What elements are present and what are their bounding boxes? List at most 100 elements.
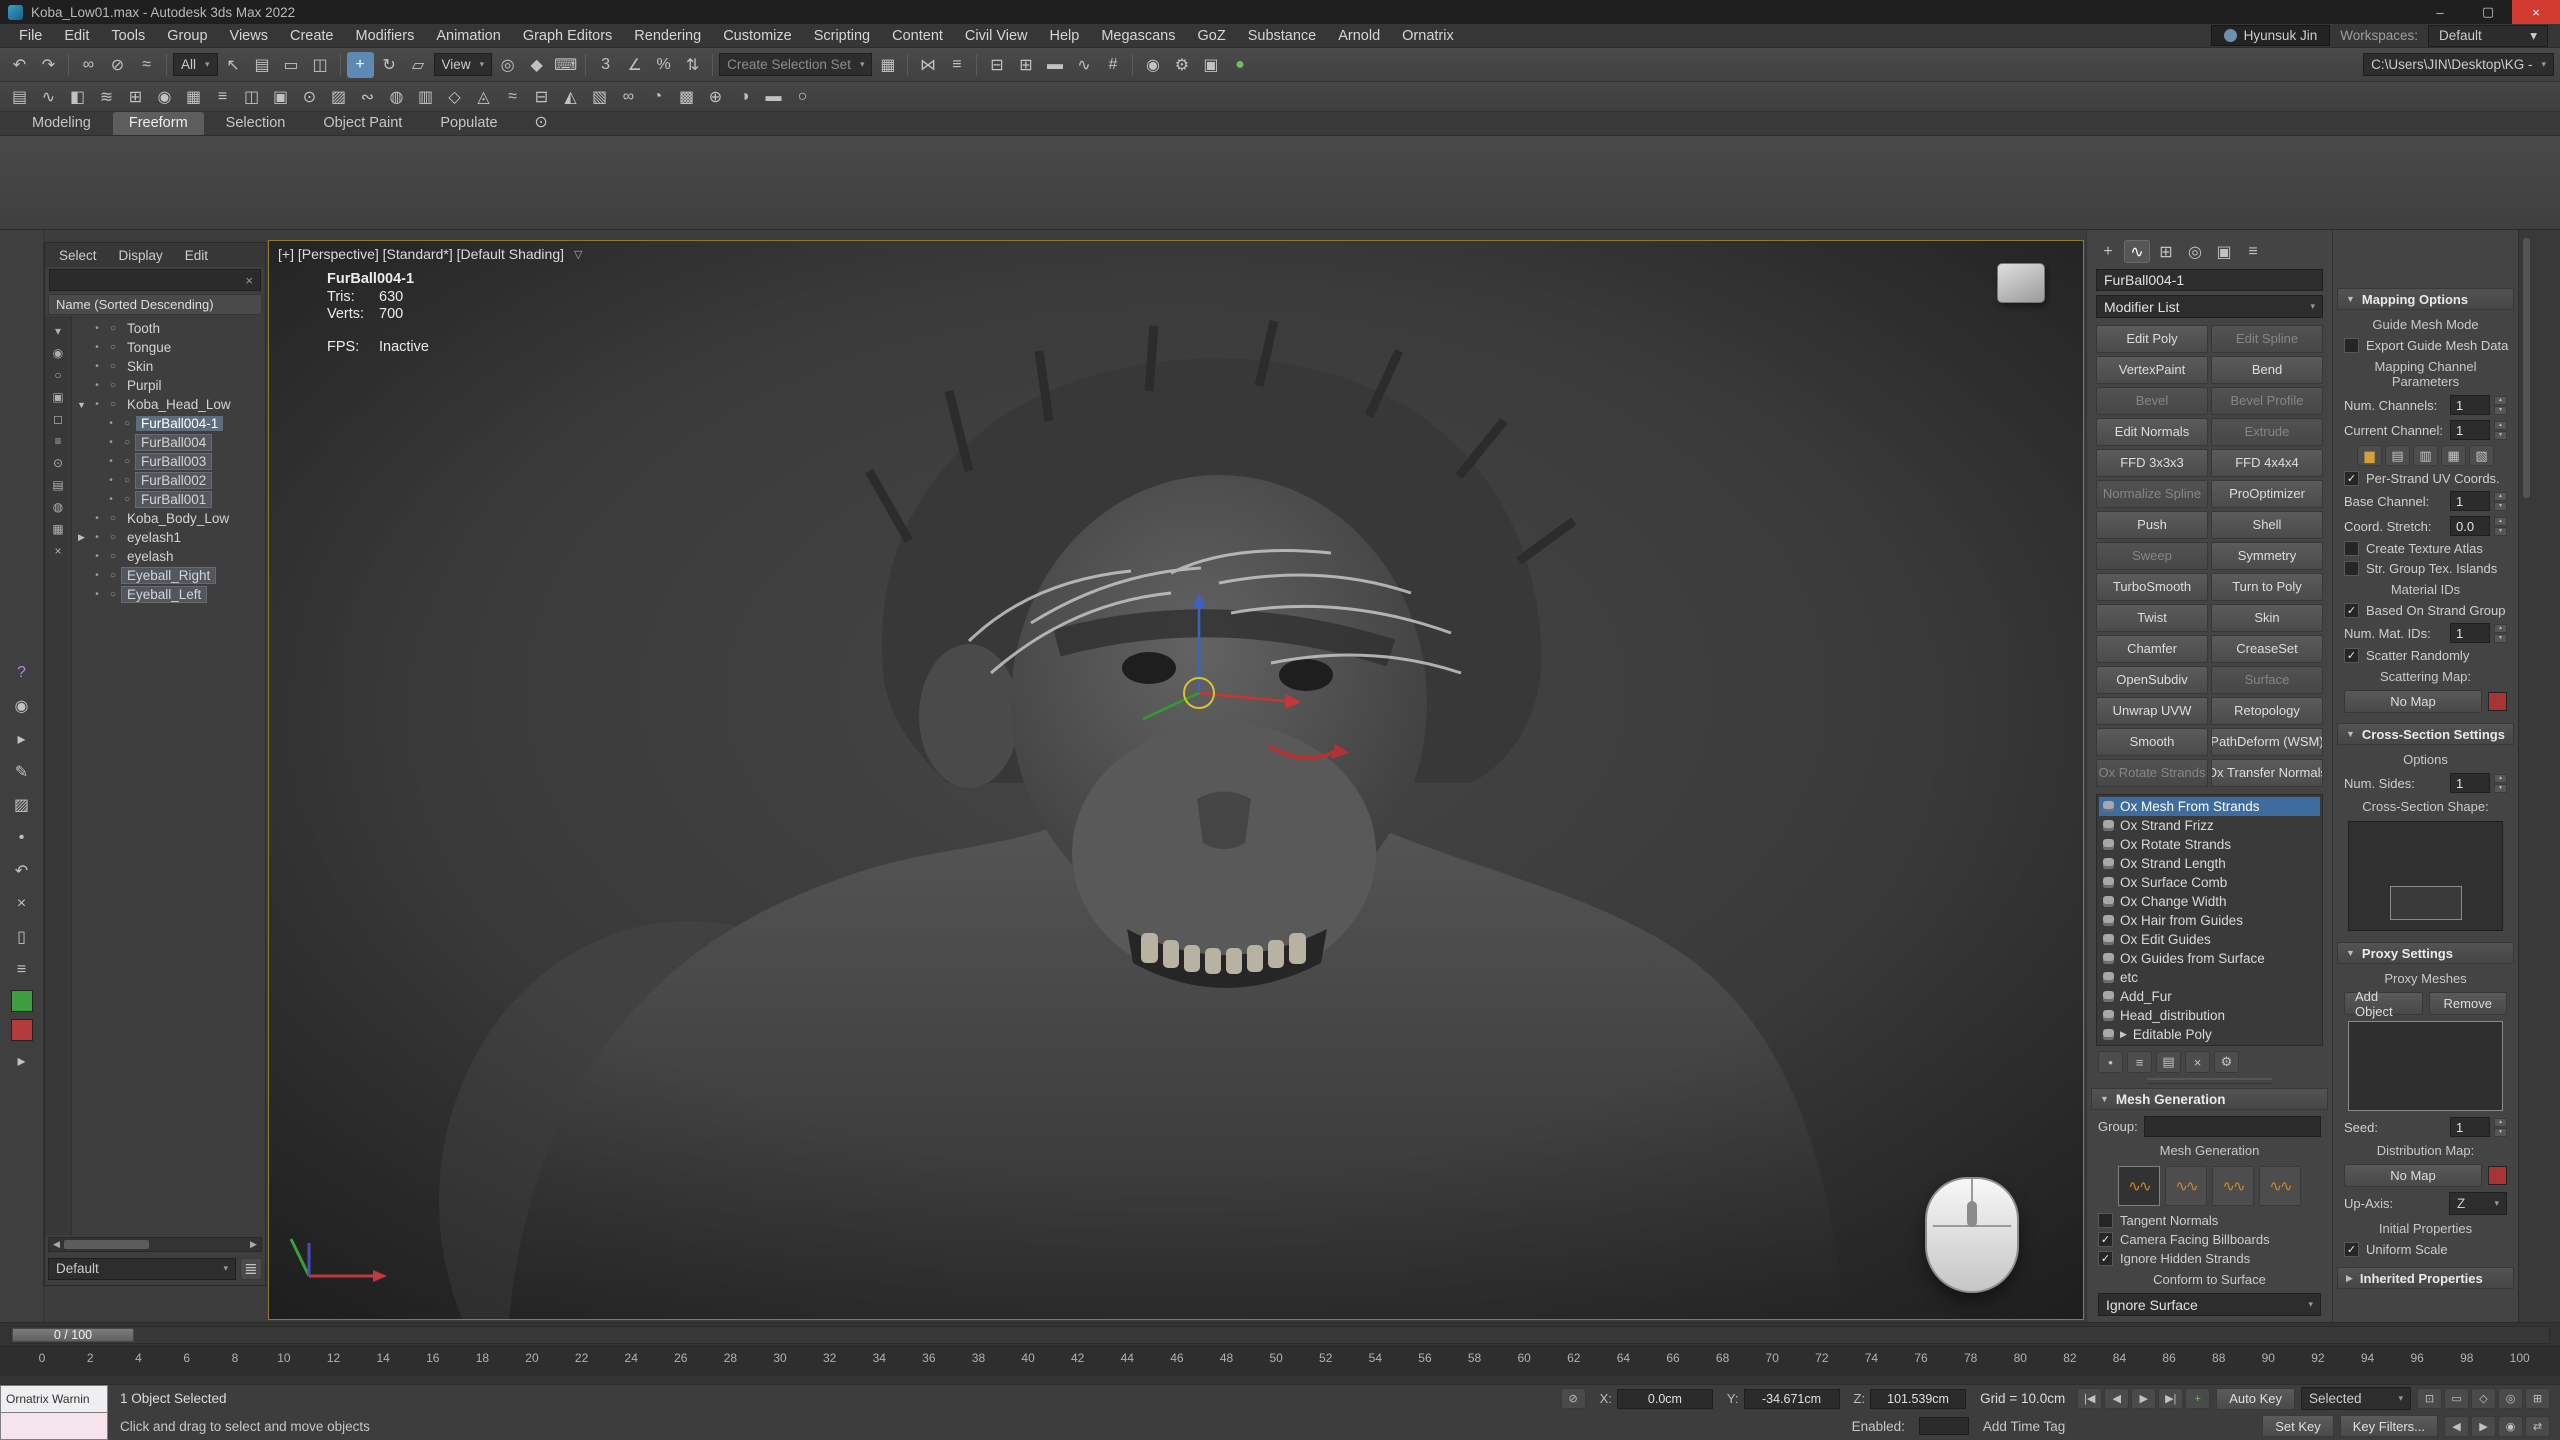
enabled-field[interactable]	[1919, 1417, 1969, 1435]
expand-icon[interactable]: ▶	[75, 532, 88, 543]
scroll-left-icon[interactable]: ◀	[49, 1239, 64, 1250]
mapping-options-header[interactable]: ▼ Mapping Options	[2337, 288, 2514, 310]
modifier-visibility-icon[interactable]	[2103, 896, 2114, 907]
z-coordinate[interactable]: Z: 101.539cm	[1854, 1389, 1967, 1409]
frame-tick-94[interactable]: 94	[2361, 1351, 2374, 1376]
mesh-generation-header[interactable]: ▼ Mesh Generation	[2091, 1088, 2328, 1110]
x-value[interactable]: 0.0cm	[1617, 1389, 1713, 1409]
modifier-visibility-icon[interactable]	[2103, 1010, 2114, 1021]
prev-key-icon[interactable]: ◀	[2444, 1416, 2469, 1437]
conform-surface-dropdown[interactable]: Ignore Surface ▾	[2098, 1293, 2321, 1316]
explorer-tool-2[interactable]: ◉	[48, 343, 68, 362]
material-editor-icon[interactable]: ◉	[1139, 52, 1166, 78]
time-slider-track[interactable]: 0 / 100	[10, 1326, 2550, 1344]
modifier-button-turbosmooth[interactable]: TurboSmooth	[2096, 573, 2208, 601]
frame-tick-4[interactable]: 4	[133, 1351, 145, 1376]
modifier-button-shell[interactable]: Shell	[2211, 511, 2323, 539]
explorer-row-eyelash1[interactable]: ▶•○eyelash1	[72, 528, 265, 547]
unlink-icon[interactable]: ⊘	[104, 52, 131, 78]
menu-scripting[interactable]: Scripting	[803, 24, 881, 47]
explorer-tool-3[interactable]: ○	[48, 365, 68, 384]
listener-output[interactable]: Ornatrix Warnin	[0, 1385, 108, 1413]
layer-explorer-icon[interactable]: ⊞	[1012, 52, 1039, 78]
select-manipulate-icon[interactable]: ◆	[523, 52, 550, 78]
scrollbar-thumb[interactable]	[64, 1240, 149, 1249]
modifier-button-chamfer[interactable]: Chamfer	[2096, 635, 2208, 663]
cross-section-header[interactable]: ▼ Cross-Section Settings	[2337, 723, 2514, 745]
visibility-dot-icon[interactable]: •	[90, 380, 104, 391]
color-swatch-red[interactable]	[11, 1019, 33, 1041]
toolbar2-icon-10[interactable]: ▣	[267, 84, 294, 110]
auto-key-button[interactable]: Auto Key	[2216, 1388, 2295, 1410]
select-object-icon[interactable]: ↖	[220, 52, 247, 78]
named-selection-set-input[interactable]: Create Selection Set▾	[719, 53, 872, 76]
modifier-visibility-icon[interactable]	[2103, 801, 2114, 812]
map-enable-swatch[interactable]	[2488, 692, 2507, 711]
object-name[interactable]: Tongue	[122, 340, 176, 355]
toolbar2-icon-17[interactable]: ◬	[470, 84, 497, 110]
modifier-button-turn-to-poly[interactable]: Turn to Poly	[2211, 573, 2323, 601]
select-scale-icon[interactable]: ▱	[405, 52, 432, 78]
spinner-arrows[interactable]: ▲▼	[2494, 421, 2507, 440]
modifier-button-smooth[interactable]: Smooth	[2096, 728, 2208, 756]
modifier-button-twist[interactable]: Twist	[2096, 604, 2208, 632]
remove-modifier-icon[interactable]: ×	[2185, 1051, 2210, 1073]
modifier-button-edit-poly[interactable]: Edit Poly	[2096, 325, 2208, 353]
hierarchy-tab-icon[interactable]: ⊞	[2153, 240, 2179, 263]
modifier-list-dropdown[interactable]: Modifier List ▾	[2096, 295, 2323, 317]
window-crossing-icon[interactable]: ◫	[307, 52, 334, 78]
visibility-dot-icon[interactable]: •	[90, 570, 104, 581]
pin-stack-icon[interactable]: •	[2098, 1051, 2123, 1073]
toolbar2-icon-28[interactable]: ○	[789, 84, 816, 110]
toolbar2-icon-26[interactable]: ◑	[731, 84, 758, 110]
frame-tick-76[interactable]: 76	[1914, 1351, 1927, 1376]
visibility-dot-icon[interactable]: •	[90, 399, 104, 410]
object-name[interactable]: FurBall003	[136, 454, 211, 469]
visibility-icon[interactable]: ◉	[8, 693, 35, 719]
bind-spacewarp-icon[interactable]: ≈	[133, 52, 160, 78]
spinner-value[interactable]: 1	[2450, 491, 2490, 511]
visibility-dot-icon[interactable]: •	[90, 532, 104, 543]
checkbox[interactable]	[2344, 561, 2359, 576]
select-rotate-icon[interactable]: ↻	[376, 52, 403, 78]
mirror-icon[interactable]: ⋈	[914, 52, 941, 78]
x-coordinate[interactable]: X: 0.0cm	[1600, 1389, 1713, 1409]
explorer-row-furball001[interactable]: •○FurBall001	[72, 490, 265, 509]
stack-item-etc[interactable]: etc	[2099, 968, 2320, 987]
motion-tab-icon[interactable]: ◎	[2182, 240, 2208, 263]
checkbox[interactable]	[2098, 1213, 2113, 1228]
clear-search-icon[interactable]: ×	[245, 273, 253, 288]
time-slider-handle[interactable]: 0 / 100	[12, 1328, 134, 1342]
menu-rendering[interactable]: Rendering	[623, 24, 712, 47]
frame-tick-40[interactable]: 40	[1021, 1351, 1034, 1376]
project-path-dropdown[interactable]: C:\Users\JIN\Desktop\KG -▾	[2363, 53, 2554, 76]
curve-editor-icon[interactable]: ∿	[1070, 52, 1097, 78]
macro-recorder[interactable]	[0, 1413, 108, 1440]
base-channel-spinner[interactable]: Base Channel: 1 ▲▼	[2344, 491, 2507, 511]
y-value[interactable]: -34.671cm	[1744, 1389, 1840, 1409]
orbit-icon[interactable]: ◎	[2498, 1388, 2523, 1409]
frame-tick-8[interactable]: 8	[229, 1351, 241, 1376]
undo-icon[interactable]: ↶	[6, 52, 33, 78]
frame-tick-28[interactable]: 28	[724, 1351, 737, 1376]
object-name[interactable]: FurBall001	[136, 492, 211, 507]
frame-tick-46[interactable]: 46	[1170, 1351, 1183, 1376]
object-name[interactable]: Koba_Body_Low	[122, 511, 234, 526]
field-of-view-icon[interactable]: ◇	[2471, 1388, 2496, 1409]
toolbar2-icon-13[interactable]: ∾	[354, 84, 381, 110]
track-bar[interactable]: 0246810121416182022242628303234363840424…	[0, 1346, 2560, 1376]
explorer-row-eyeball_right[interactable]: •○Eyeball_Right	[72, 566, 265, 585]
point-icon[interactable]: •	[8, 825, 35, 851]
mapping-tool-2[interactable]: ▤	[2385, 445, 2410, 466]
spinner-value[interactable]: 0.0	[2450, 516, 2490, 536]
meshgen-checkbox-row-1[interactable]: Tangent Normals	[2098, 1213, 2321, 1228]
object-name[interactable]: Tooth	[122, 321, 165, 336]
render-setup-icon[interactable]: ⚙	[1168, 52, 1195, 78]
next-key-icon[interactable]: ▶	[2471, 1416, 2496, 1437]
filter-funnel-icon[interactable]: ▽	[574, 248, 582, 261]
ribbon-tab-freeform[interactable]: Freeform	[113, 112, 204, 135]
close-button[interactable]: ×	[2512, 0, 2560, 24]
display-tab-icon[interactable]: ▣	[2211, 240, 2237, 263]
utilities-tab-icon[interactable]: ≡	[2240, 240, 2266, 263]
panel-scrollbar[interactable]	[2523, 238, 2530, 498]
